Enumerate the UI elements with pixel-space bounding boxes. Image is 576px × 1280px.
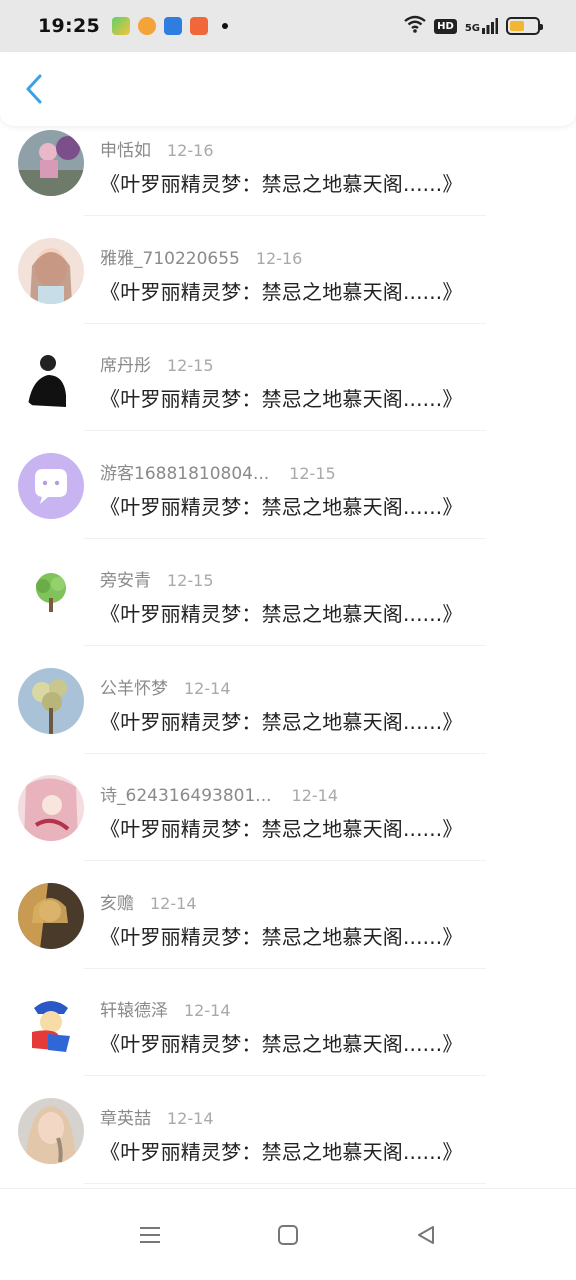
commenter-name[interactable]: 席丹彤 [100,351,151,376]
comment-date: 12-14 [184,1001,231,1020]
status-app-icons [111,17,228,35]
status-right: HD 5G [404,15,543,37]
status-time: 19:25 [38,15,100,37]
back-button[interactable] [20,69,48,109]
wifi-icon [404,15,426,37]
list-item[interactable]: 诗_624316493801... 12-14 《叶罗丽精灵梦：禁忌之地慕天阁.… [0,771,576,879]
list-item[interactable]: 旁安青 12-15 《叶罗丽精灵梦：禁忌之地慕天阁......》 [0,556,576,664]
list-item[interactable]: 公羊怀梦 12-14 《叶罗丽精灵梦：禁忌之地慕天阁......》 [0,664,576,772]
home-square-icon [278,1224,298,1245]
list-item[interactable]: 章英喆 12-14 《叶罗丽精灵梦：禁忌之地慕天阁......》 [0,1094,576,1189]
comment-date: 12-14 [167,1108,214,1128]
battery-icon [506,17,543,35]
orange-app-icon [189,17,208,35]
divider [84,645,486,646]
comment-title[interactable]: 《叶罗丽精灵梦：禁忌之地慕天阁......》 [100,706,463,735]
back-triangle-icon [418,1225,434,1244]
commenter-name[interactable]: 公羊怀梦 [100,674,168,699]
comment-title[interactable]: 《叶罗丽精灵梦：禁忌之地慕天阁......》 [100,813,463,842]
comment-date: 12-15 [289,463,336,483]
signal-label: 5G [464,23,480,34]
avatar[interactable] [18,237,84,304]
commenter-name[interactable]: 旁安青 [100,566,151,591]
comment-list[interactable]: 申恬如 12-16 《叶罗丽精灵梦：禁忌之地慕天阁......》 雅雅_7102… [0,126,576,1188]
system-navigation-bar [0,1188,576,1280]
divider [84,967,486,969]
comment-title[interactable]: 《叶罗丽精灵梦：禁忌之地慕天阁......》 [100,1136,463,1165]
divider [84,1182,486,1184]
avatar[interactable] [18,775,84,841]
menu-icon [140,1226,160,1243]
avatar[interactable] [18,667,84,734]
list-item[interactable]: 席丹彤 12-15 《叶罗丽精灵梦：禁忌之地慕天阁......》 [0,341,576,449]
chevron-left-icon [26,74,42,104]
comment-title[interactable]: 《叶罗丽精灵梦：禁忌之地慕天阁......》 [100,921,463,950]
comment-title[interactable]: 《叶罗丽精灵梦：禁忌之地慕天阁......》 [100,598,463,627]
divider [84,752,486,754]
comment-date: 12-15 [167,356,214,375]
comment-title[interactable]: 《叶罗丽精灵梦：禁忌之地慕天阁......》 [100,276,463,305]
avatar[interactable] [18,345,84,411]
home-button[interactable] [273,1220,303,1250]
blue-app-icon [163,17,182,35]
divider [84,860,486,861]
commenter-name[interactable]: 游客16881810804... [100,459,269,484]
comment-title[interactable]: 《叶罗丽精灵梦：禁忌之地慕天阁......》 [100,491,463,520]
avatar[interactable] [18,560,84,626]
divider [84,430,486,431]
battery-level [510,21,525,31]
list-item[interactable]: 游客16881810804... 12-15 《叶罗丽精灵梦：禁忌之地慕天阁..… [0,449,576,557]
comment-date: 12-15 [167,571,214,590]
avatar[interactable] [18,990,84,1056]
commenter-name[interactable]: 章英喆 [100,1104,151,1129]
comment-date: 12-14 [291,786,339,805]
status-bar: 19:25 HD 5G [0,0,576,52]
commenter-name[interactable]: 申恬如 [100,136,151,161]
comment-date: 12-14 [150,893,197,913]
comment-title[interactable]: 《叶罗丽精灵梦：禁忌之地慕天阁......》 [100,383,463,412]
list-item[interactable]: 亥赡 12-14 《叶罗丽精灵梦：禁忌之地慕天阁......》 [0,879,576,987]
comment-title[interactable]: 《叶罗丽精灵梦：禁忌之地慕天阁......》 [100,168,463,197]
divider [84,322,486,324]
cell-signal-icon: 5G [465,18,498,34]
commenter-name[interactable]: 轩辕德泽 [100,996,168,1021]
notification-dot-icon [221,23,228,29]
divider [84,215,486,216]
avatar[interactable] [18,1097,84,1164]
divider [84,1075,486,1076]
comment-title[interactable]: 《叶罗丽精灵梦：禁忌之地慕天阁......》 [100,1028,463,1057]
commenter-name[interactable]: 亥赡 [100,889,134,914]
comment-date: 12-14 [184,678,231,698]
avatar[interactable] [18,130,84,196]
divider [84,537,486,539]
video-app-icon [111,17,130,35]
comment-date: 12-16 [167,141,214,160]
hd-badge: HD [434,18,457,34]
weibo-app-icon [137,17,156,35]
list-item[interactable]: 申恬如 12-16 《叶罗丽精灵梦：禁忌之地慕天阁......》 [0,126,576,234]
commenter-name[interactable]: 诗_624316493801... [100,781,272,806]
commenter-name[interactable]: 雅雅_710220655 [100,244,240,269]
avatar[interactable] [18,452,84,519]
comment-date: 12-16 [255,248,303,268]
list-item[interactable]: 轩辕德泽 12-14 《叶罗丽精灵梦：禁忌之地慕天阁......》 [0,986,576,1094]
list-item[interactable]: 雅雅_710220655 12-16 《叶罗丽精灵梦：禁忌之地慕天阁......… [0,234,576,342]
menu-button[interactable] [135,1220,165,1250]
top-nav-bar [0,52,576,126]
avatar[interactable] [18,882,84,949]
system-back-button[interactable] [411,1220,441,1250]
